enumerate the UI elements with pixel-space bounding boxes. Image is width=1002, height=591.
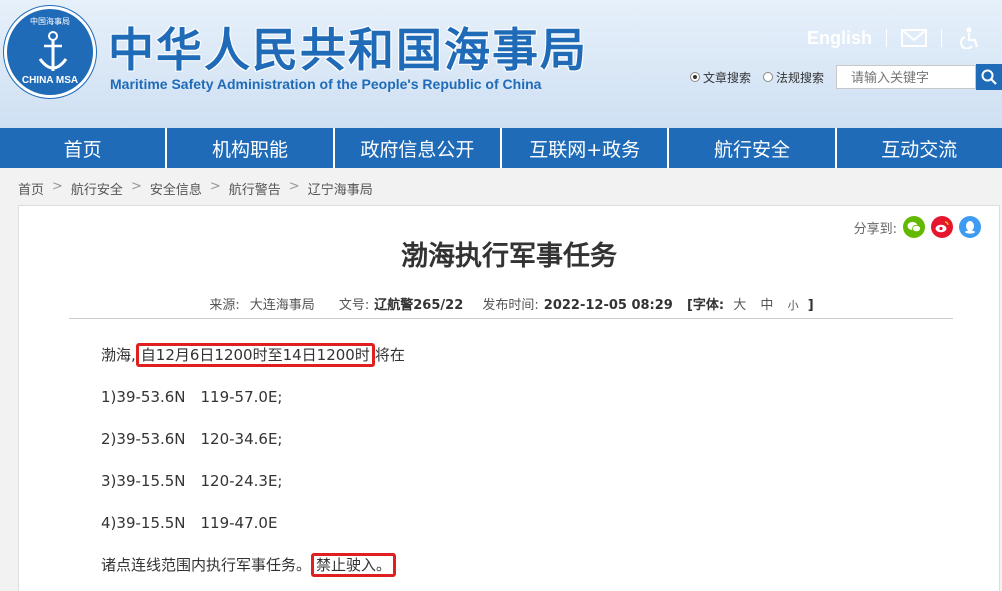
anchor-icon: [38, 31, 68, 71]
coordinate-point: 4)39-15.5N 119-47.0E: [101, 514, 278, 532]
breadcrumb-separator: >: [209, 179, 221, 194]
radio-unchecked-icon: [762, 72, 773, 82]
search-bar: 文章搜索 法规搜索: [689, 64, 1002, 90]
meta-doc-value: 辽航警265/22: [374, 298, 464, 313]
meta-date-value: 2022-12-05 08:29: [543, 298, 673, 313]
emblem-top-text: 中国海事局: [30, 17, 70, 26]
closing-prefix: 诸点连线范围内执行军事任务。: [101, 556, 312, 574]
breadcrumb-item[interactable]: 航行安全: [71, 179, 123, 198]
coordinate-point: 3)39-15.5N 120-24.3E;: [101, 472, 283, 490]
intro-prefix: 渤海,: [101, 346, 136, 364]
meta-date: 发布时间: 2022-12-05 08:29: [477, 298, 672, 313]
search-option-article[interactable]: 文章搜索: [689, 69, 751, 86]
highlighted-no-entry: 禁止驶入。: [311, 553, 397, 577]
search-option-law[interactable]: 法规搜索: [762, 69, 824, 86]
highlighted-time-range: 自12月6日1200时至14日1200时: [135, 343, 375, 367]
site-title-en: Maritime Safety Administration of the Pe…: [110, 76, 542, 92]
article-card: 分享到: 渤海执行军事任务 来源: 大连海事局 文号: 辽航警265/22 发布时间…: [18, 205, 1000, 591]
meta-source-value: 大连海事局: [249, 298, 315, 313]
search-input[interactable]: [836, 65, 976, 89]
site-header: 中国海事局 CHINA MSA 中华人民共和国海事局 Maritime Safe…: [0, 0, 1002, 128]
main-nav: 首页 机构职能 政府信息公开 互联网+政务 航行安全 互动交流: [0, 128, 1002, 168]
intro-paragraph: 渤海, 自12月6日1200时至14日1200时 将在: [101, 343, 405, 386]
breadcrumb-item[interactable]: 安全信息: [150, 179, 202, 198]
nav-item-home[interactable]: 首页: [0, 128, 168, 168]
meta-source-label: 来源:: [209, 298, 240, 313]
meta-doc: 文号: 辽航警265/22: [334, 298, 463, 313]
nav-item-gov-info[interactable]: 政府信息公开: [335, 128, 502, 168]
top-link-divider: [886, 29, 887, 47]
breadcrumb-item[interactable]: 辽宁海事局: [308, 179, 373, 198]
font-size-control: [字体: 大 中 小 ]: [687, 298, 814, 313]
nav-item-interaction[interactable]: 互动交流: [837, 128, 1002, 168]
mail-icon[interactable]: [901, 27, 927, 49]
breadcrumb: 首页 > 航行安全 > 安全信息 > 航行警告 > 辽宁海事局: [18, 179, 373, 198]
search-button[interactable]: [976, 64, 1002, 90]
article-meta: 来源: 大连海事局 文号: 辽航警265/22 发布时间: 2022-12-05 08…: [19, 294, 999, 313]
accessibility-icon[interactable]: [956, 27, 982, 49]
meta-date-label: 发布时间:: [482, 298, 539, 313]
nav-item-internet-gov[interactable]: 互联网+政务: [502, 128, 670, 168]
english-link[interactable]: English: [807, 28, 872, 49]
radio-checked-icon: [689, 72, 700, 82]
breadcrumb-item[interactable]: 航行警告: [229, 179, 281, 198]
msa-emblem-icon[interactable]: 中国海事局 CHINA MSA: [4, 6, 96, 98]
font-size-medium[interactable]: 中: [760, 298, 773, 313]
meta-source: 来源: 大连海事局: [204, 298, 319, 313]
search-option-article-label: 文章搜索: [702, 70, 751, 85]
meta-divider: [69, 318, 953, 319]
nav-item-functions[interactable]: 机构职能: [167, 128, 335, 168]
site-title-cn: 中华人民共和国海事局: [108, 23, 588, 77]
font-size-close: ]: [807, 298, 814, 313]
font-size-small[interactable]: 小: [788, 299, 799, 312]
font-size-large[interactable]: 大: [733, 298, 746, 313]
coordinate-point: 2)39-53.6N 120-34.6E;: [101, 430, 283, 448]
top-links: English: [807, 27, 982, 49]
closing-paragraph: 诸点连线范围内执行军事任务。 禁止驶入。: [101, 553, 405, 591]
emblem-bottom-text: CHINA MSA: [21, 75, 79, 86]
nav-item-navigation-safety[interactable]: 航行安全: [669, 128, 837, 168]
breadcrumb-separator: >: [288, 179, 300, 194]
search-option-law-label: 法规搜索: [775, 70, 824, 85]
breadcrumb-separator: >: [130, 179, 142, 194]
breadcrumb-separator: >: [52, 179, 63, 194]
coordinate-point: 1)39-53.6N 119-57.0E;: [101, 388, 283, 406]
breadcrumb-item[interactable]: 首页: [18, 179, 44, 198]
meta-doc-label: 文号:: [338, 298, 370, 313]
intro-suffix: 将在: [374, 346, 405, 364]
article-title: 渤海执行军事任务: [401, 241, 617, 272]
search-icon: [981, 69, 997, 85]
top-link-divider: [941, 29, 942, 47]
article-body: 渤海, 自12月6日1200时至14日1200时 将在 1)39-53.6N 119…: [101, 343, 405, 591]
font-size-label: [字体:: [686, 298, 725, 313]
